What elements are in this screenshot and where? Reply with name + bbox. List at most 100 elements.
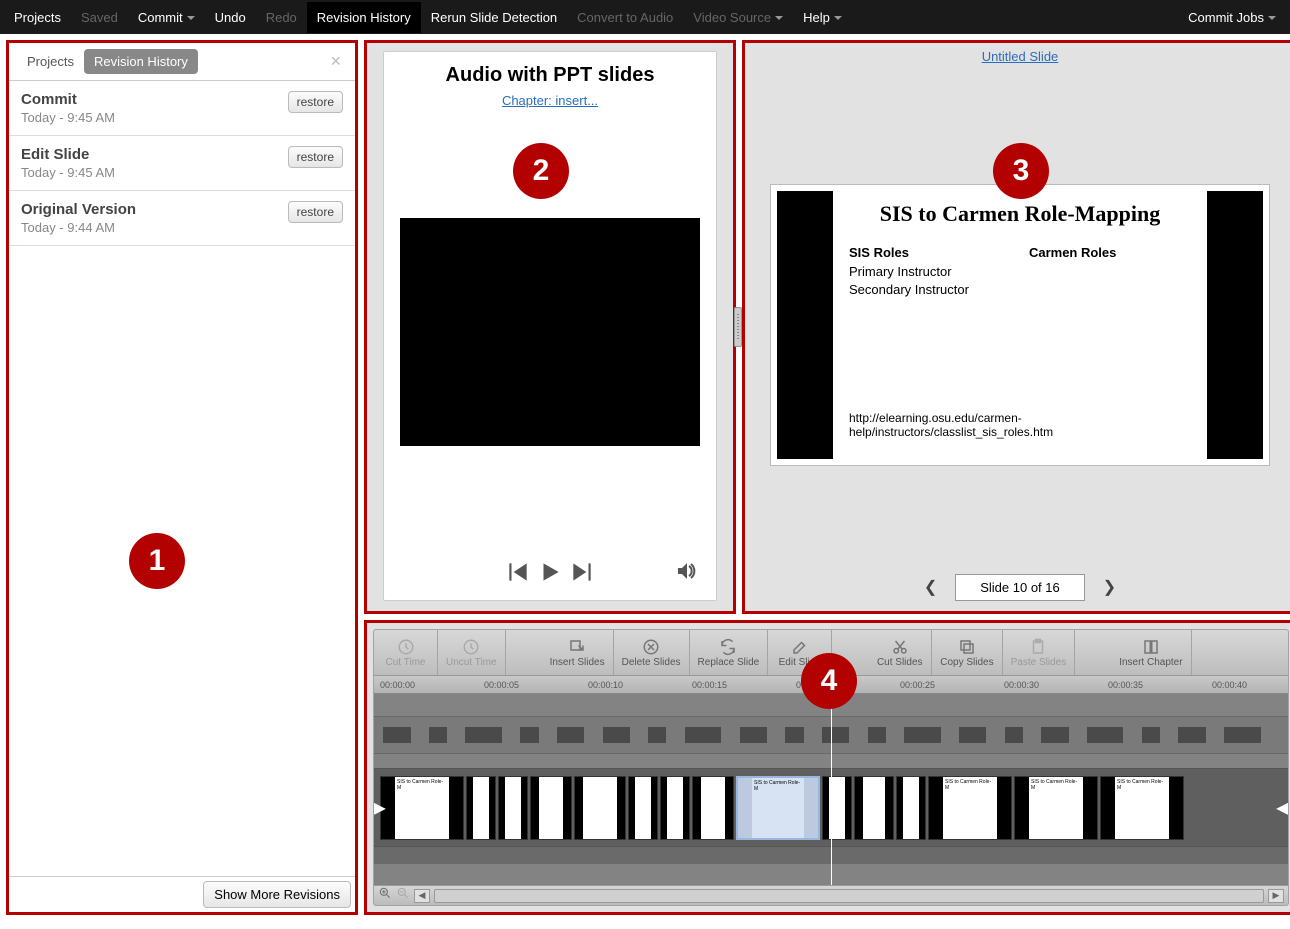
- slide-counter: Slide 10 of 16: [955, 574, 1085, 601]
- cut-slides-button[interactable]: Cut Slides: [868, 630, 932, 675]
- ruler-tick: 00:00:10: [588, 680, 623, 690]
- track-right-arrow-icon[interactable]: ◀: [1276, 797, 1288, 818]
- revision-time: Today - 9:45 AM: [21, 165, 115, 180]
- menu-video-source[interactable]: Video Source: [683, 2, 793, 33]
- scroll-left-button[interactable]: ◀: [414, 889, 430, 903]
- col2-header: Carmen Roles: [1029, 245, 1116, 260]
- slide-preview-panel: 3 Untitled Slide SIS to Carmen Role-Mapp…: [742, 40, 1290, 614]
- menu-convert: Convert to Audio: [567, 2, 683, 33]
- main-menubar: Projects Saved Commit Undo Redo Revision…: [0, 0, 1290, 34]
- menu-saved: Saved: [71, 2, 128, 33]
- show-more-revisions-button[interactable]: Show More Revisions: [203, 881, 351, 908]
- skip-back-icon[interactable]: [505, 559, 531, 590]
- menu-undo[interactable]: Undo: [205, 2, 256, 33]
- slide-thumbnail[interactable]: SIS to Carmen Role-M: [380, 776, 464, 840]
- slide-thumbnail[interactable]: SIS to Carmen Role-M: [928, 776, 1012, 840]
- timeline-bottom-bar: ◀ ▶: [374, 885, 1288, 905]
- slide-thumbnail[interactable]: [628, 776, 658, 840]
- ruler-tick: 00:00:00: [380, 680, 415, 690]
- insert-slides-button[interactable]: Insert Slides: [542, 630, 614, 675]
- revision-time: Today - 9:45 AM: [21, 110, 115, 125]
- prev-slide-button[interactable]: ❮: [916, 573, 945, 601]
- playhead[interactable]: [831, 694, 832, 885]
- caret-down-icon: [834, 16, 842, 20]
- player-panel: 2 Audio with PPT slides Chapter: insert.…: [364, 40, 736, 614]
- ruler-tick: 00:00:40: [1212, 680, 1247, 690]
- video-area[interactable]: [400, 218, 700, 446]
- col1-header: SIS Roles: [849, 245, 969, 260]
- restore-button[interactable]: restore: [288, 146, 343, 168]
- caret-down-icon: [1268, 16, 1276, 20]
- slide-thumbnail[interactable]: [660, 776, 690, 840]
- timeline-scrollbar[interactable]: [434, 889, 1264, 903]
- ruler-tick: 00:00:05: [484, 680, 519, 690]
- copy-slides-button[interactable]: Copy Slides: [932, 630, 1002, 675]
- slide-thumbnail[interactable]: [822, 776, 852, 840]
- resize-handle[interactable]: [734, 307, 742, 347]
- slide-thumbnail[interactable]: [896, 776, 926, 840]
- zoom-out-icon[interactable]: [396, 886, 410, 905]
- scroll-right-button[interactable]: ▶: [1268, 889, 1284, 903]
- slide-preview: SIS to Carmen Role-Mapping SIS Roles Pri…: [770, 184, 1270, 466]
- ruler-tick: 00:00:30: [1004, 680, 1039, 690]
- restore-button[interactable]: restore: [288, 201, 343, 223]
- menu-commit[interactable]: Commit: [128, 2, 205, 33]
- paste-slides-button: Paste Slides: [1003, 630, 1076, 675]
- caret-down-icon: [775, 16, 783, 20]
- menu-revision-history[interactable]: Revision History: [307, 2, 421, 33]
- menu-help[interactable]: Help: [793, 2, 852, 33]
- revision-time: Today - 9:44 AM: [21, 220, 136, 235]
- revision-history-panel: 1 Projects Revision History × Commit Tod…: [6, 40, 358, 915]
- revision-title: Original Version: [21, 201, 136, 218]
- revision-title: Edit Slide: [21, 146, 115, 163]
- annotation-badge-3: 3: [993, 143, 1049, 199]
- slide-heading: SIS to Carmen Role-Mapping: [849, 201, 1191, 227]
- slide-thumbnail[interactable]: [466, 776, 496, 840]
- ruler-tick: 00:00:35: [1108, 680, 1143, 690]
- close-icon[interactable]: ×: [324, 51, 347, 72]
- player-title: Audio with PPT slides: [446, 64, 655, 87]
- revision-title: Commit: [21, 91, 115, 108]
- chapter-link[interactable]: Chapter: insert...: [502, 93, 598, 108]
- slide-thumbnail[interactable]: [498, 776, 528, 840]
- col1-row2: Secondary Instructor: [849, 282, 969, 297]
- volume-icon[interactable]: [674, 559, 700, 588]
- insert-chapter-button[interactable]: Insert Chapter: [1111, 630, 1191, 675]
- slide-url: http://elearning.osu.edu/carmen-help/ins…: [849, 411, 1191, 439]
- slide-thumbnail[interactable]: [854, 776, 894, 840]
- delete-slides-button[interactable]: Delete Slides: [614, 630, 690, 675]
- annotation-badge-1: 1: [129, 533, 185, 589]
- track-left-arrow-icon[interactable]: ▶: [374, 797, 386, 818]
- slide-thumbnail[interactable]: [692, 776, 734, 840]
- restore-button[interactable]: restore: [288, 91, 343, 113]
- slide-thumbnail[interactable]: [574, 776, 626, 840]
- tab-projects[interactable]: Projects: [17, 49, 84, 74]
- uncut-time-button: Uncut Time: [438, 630, 506, 675]
- tab-revision-history[interactable]: Revision History: [84, 49, 198, 74]
- play-icon[interactable]: [537, 559, 563, 590]
- timeline-panel: 4 Cut Time Uncut Time Insert Slides Dele…: [364, 620, 1290, 915]
- next-slide-button[interactable]: ❯: [1095, 573, 1124, 601]
- menu-rerun[interactable]: Rerun Slide Detection: [421, 2, 567, 33]
- timeline-tracks[interactable]: ▶ ◀ SIS to Carmen Role-M SIS to Carmen R…: [374, 694, 1288, 885]
- menu-redo: Redo: [256, 2, 307, 33]
- annotation-badge-4: 4: [801, 653, 857, 709]
- annotation-badge-2: 2: [513, 143, 569, 199]
- slide-thumbnail[interactable]: SIS to Carmen Role-M: [1014, 776, 1098, 840]
- cut-time-button: Cut Time: [374, 630, 438, 675]
- slide-thumbnail[interactable]: SIS to Carmen Role-M: [1100, 776, 1184, 840]
- skip-forward-icon[interactable]: [569, 559, 595, 590]
- revision-row[interactable]: Edit Slide Today - 9:45 AM restore: [9, 136, 355, 191]
- zoom-in-icon[interactable]: [378, 886, 392, 905]
- revision-row[interactable]: Commit Today - 9:45 AM restore: [9, 81, 355, 136]
- menu-commit-jobs[interactable]: Commit Jobs: [1178, 2, 1286, 33]
- ruler-tick: 00:00:15: [692, 680, 727, 690]
- replace-slide-button[interactable]: Replace Slide: [690, 630, 769, 675]
- slide-title-link[interactable]: Untitled Slide: [982, 49, 1059, 64]
- revision-row[interactable]: Original Version Today - 9:44 AM restore: [9, 191, 355, 246]
- slide-thumbnail-selected[interactable]: SIS to Carmen Role-M: [736, 776, 820, 840]
- slide-thumbnail[interactable]: [530, 776, 572, 840]
- menu-projects[interactable]: Projects: [4, 2, 71, 33]
- caret-down-icon: [187, 16, 195, 20]
- slide-left-bar: [777, 191, 833, 459]
